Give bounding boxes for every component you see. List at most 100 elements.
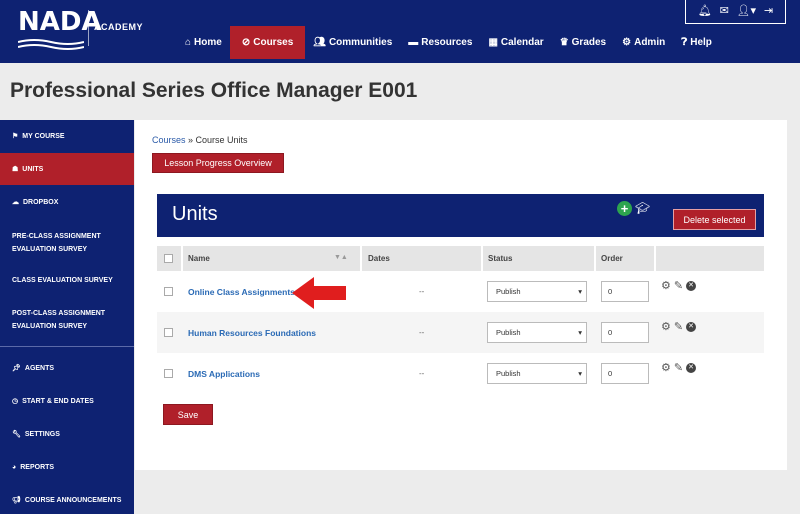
chart-icon: ◕	[12, 464, 17, 471]
dropdown-arrow-icon: ▾	[578, 328, 582, 337]
sitemap-icon: ☗	[12, 165, 19, 173]
sidebar-item-my-course[interactable]: ⚑ MY COURSE	[0, 130, 134, 143]
row-checkbox[interactable]	[164, 287, 173, 296]
breadcrumb-current: Course Units	[195, 135, 248, 145]
utility-bar: 🔔︎ ✉︎ 👤︎▾ ⇥	[685, 0, 786, 24]
logo-text: NADA	[18, 7, 102, 37]
logo-waves-icon	[18, 39, 84, 50]
ban-icon: ⊘	[241, 37, 251, 48]
home-icon: ⌂	[185, 37, 192, 48]
unit-link[interactable]: Human Resources Foundations	[188, 328, 316, 338]
nav-home[interactable]: ⌂ Home	[177, 26, 230, 59]
signout-icon[interactable]: ⇥	[764, 4, 773, 17]
settings-gear-icon[interactable]: ⚙	[661, 320, 671, 333]
units-panel-header: Units + 🎓︎ Delete selected	[157, 194, 764, 237]
gear-icon: ⚙	[622, 37, 632, 48]
edit-icon[interactable]: ✎	[674, 320, 683, 333]
status-select[interactable]: Publish ▾	[487, 281, 587, 302]
cloud-icon: ☁	[12, 199, 19, 206]
settings-gear-icon[interactable]: ⚙	[661, 279, 671, 292]
column-header-order: Order	[601, 254, 623, 263]
units-title: Units	[172, 203, 218, 225]
folder-icon: ▬	[408, 37, 419, 48]
sidebar-item-reports[interactable]: ◕ REPORTS	[0, 461, 134, 474]
flag-icon: ⚑	[12, 133, 19, 140]
column-header-dates: Dates	[368, 254, 390, 263]
sidebar-item-pre-class-survey[interactable]: PRE-CLASS ASSIGNMENT EVALUATION SURVEY	[0, 230, 130, 256]
settings-gear-icon[interactable]: ⚙	[661, 361, 671, 374]
nav-resources[interactable]: ▬ Resources	[400, 26, 480, 59]
column-header-name[interactable]: Name	[188, 246, 210, 271]
users-icon: 👥︎	[313, 37, 326, 48]
nav-calendar[interactable]: ▦ Calendar	[480, 26, 551, 59]
dropdown-arrow-icon: ▾	[578, 287, 582, 296]
status-select[interactable]: Publish ▾	[487, 322, 587, 343]
clock-icon: ◷	[12, 398, 19, 405]
unit-link[interactable]: Online Class Assignments	[188, 287, 295, 297]
nada-academy-logo[interactable]: NADA ACADEMY	[18, 7, 143, 52]
wrench-icon: 🔧︎	[12, 431, 21, 438]
main-content: Courses » Course Units Lesson Progress O…	[135, 120, 787, 470]
add-unit-icon[interactable]: +	[617, 201, 632, 216]
graduation-cap-icon[interactable]: 🎓︎	[635, 201, 650, 215]
order-input[interactable]: 0	[601, 281, 649, 302]
unit-link[interactable]: DMS Applications	[188, 369, 260, 379]
sidebar-item-agents[interactable]: 📌︎ AGENTS	[0, 362, 134, 375]
column-header-status: Status	[488, 254, 513, 263]
nav-help[interactable]: ❓︎ Help	[673, 26, 720, 59]
pointer-arrow-icon	[292, 277, 346, 309]
lesson-progress-overview-button[interactable]: Lesson Progress Overview	[152, 153, 284, 173]
sidebar-item-course-announcements[interactable]: 📢︎ COURSE ANNOUNCEMENTS	[0, 494, 134, 507]
row-checkbox[interactable]	[164, 328, 173, 337]
top-header: NADA ACADEMY 🔔︎ ✉︎ 👤︎▾ ⇥ ⌂ Home ⊘ Courses …	[0, 0, 800, 63]
delete-selected-button[interactable]: Delete selected	[673, 209, 756, 230]
row-checkbox[interactable]	[164, 369, 173, 378]
main-nav: ⌂ Home ⊘ Courses 👥︎ Communities ▬ Resources …	[177, 26, 720, 59]
trophy-icon: ♛	[559, 37, 569, 48]
column-divider	[594, 246, 596, 271]
course-sidebar: ⚑ MY COURSE ☗ UNITS ☁ DROPBOX PRE-CLASS ASS…	[0, 120, 134, 514]
user-icon[interactable]: 👤︎▾	[737, 4, 757, 17]
breadcrumb-separator: »	[185, 135, 196, 145]
logo-subtitle: ACADEMY	[94, 22, 144, 32]
sidebar-item-dropbox[interactable]: ☁ DROPBOX	[0, 196, 134, 209]
unit-dates: --	[419, 328, 425, 337]
unit-dates: --	[419, 287, 425, 296]
page-title: Professional Series Office Manager E001	[10, 79, 418, 102]
order-input[interactable]: 0	[601, 322, 649, 343]
status-select[interactable]: Publish ▾	[487, 363, 587, 384]
nav-communities[interactable]: 👥︎ Communities	[305, 26, 400, 59]
unit-dates: --	[419, 369, 425, 378]
column-divider	[481, 246, 483, 271]
delete-icon[interactable]: ✕	[686, 321, 697, 332]
delete-icon[interactable]: ✕	[686, 280, 697, 291]
nav-admin[interactable]: ⚙ Admin	[614, 26, 673, 59]
sidebar-item-start-end-dates[interactable]: ◷ START & END DATES	[0, 395, 134, 408]
pin-icon: 📌︎	[12, 365, 21, 372]
select-all-checkbox[interactable]	[164, 254, 173, 263]
nav-grades[interactable]: ♛ Grades	[552, 26, 614, 59]
logo-divider	[88, 10, 89, 46]
question-icon: ❓︎	[681, 37, 688, 48]
edit-icon[interactable]: ✎	[674, 279, 683, 292]
bell-icon[interactable]: 🔔︎	[698, 4, 712, 17]
save-button[interactable]: Save	[163, 404, 213, 425]
sidebar-item-class-survey[interactable]: CLASS EVALUATION SURVEY	[0, 274, 134, 287]
sidebar-item-post-class-survey[interactable]: POST-CLASS ASSIGNMENT EVALUATION SURVEY	[0, 307, 130, 333]
nav-courses[interactable]: ⊘ Courses	[229, 26, 306, 59]
dropdown-arrow-icon: ▾	[578, 369, 582, 378]
breadcrumb-courses-link[interactable]: Courses	[152, 135, 186, 145]
table-row: DMS Applications -- Publish ▾ 0 ⚙ ✎ ✕	[157, 353, 764, 394]
envelope-icon[interactable]: ✉︎	[720, 4, 729, 17]
delete-icon[interactable]: ✕	[686, 362, 697, 373]
order-input[interactable]: 0	[601, 363, 649, 384]
bullhorn-icon: 📢︎	[12, 497, 21, 504]
column-divider	[654, 246, 656, 271]
sidebar-divider	[0, 346, 134, 347]
calendar-icon: ▦	[488, 37, 498, 48]
sort-icon[interactable]: ▼▲	[334, 254, 348, 261]
sidebar-item-units[interactable]: ☗ UNITS	[0, 153, 134, 185]
breadcrumb: Courses » Course Units	[152, 135, 248, 145]
sidebar-item-settings[interactable]: 🔧︎ SETTINGS	[0, 428, 134, 441]
edit-icon[interactable]: ✎	[674, 361, 683, 374]
